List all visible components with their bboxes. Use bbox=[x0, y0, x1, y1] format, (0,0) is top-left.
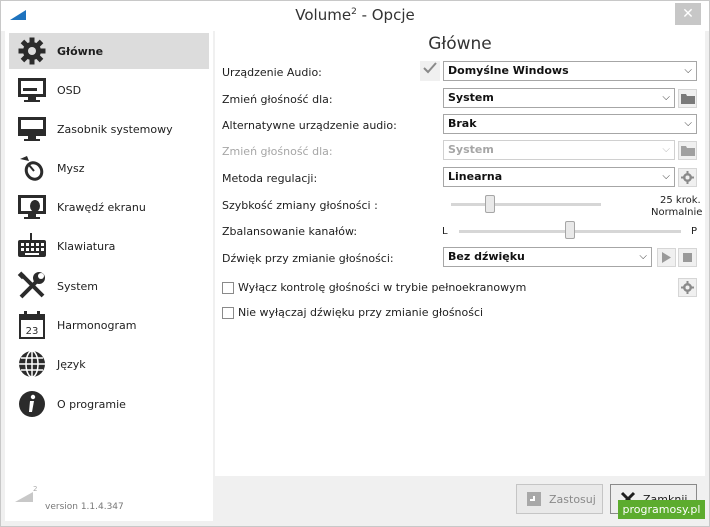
sidebar-item-label: Klawiatura bbox=[57, 239, 116, 253]
regulation-settings-button[interactable] bbox=[678, 168, 697, 187]
folder-icon bbox=[680, 94, 695, 104]
play-icon bbox=[662, 252, 671, 263]
options-window: Volume2 - Opcje ✕ Główne OSD Zasobnik sy… bbox=[0, 0, 710, 527]
info-icon bbox=[15, 387, 49, 421]
fullscreen-settings-button[interactable] bbox=[678, 278, 697, 297]
sidebar-item-screen-edge[interactable]: Krawędź ekranu bbox=[9, 189, 209, 225]
stop-icon bbox=[683, 253, 692, 262]
monitor-icon bbox=[15, 73, 49, 107]
sidebar-item-tray[interactable]: Zasobnik systemowy bbox=[9, 111, 209, 147]
fullscreen-checkbox[interactable] bbox=[222, 281, 234, 294]
apply-label: Zastosuj bbox=[549, 492, 596, 506]
regulation-method-value: Linearna bbox=[448, 170, 503, 183]
change-sound-select[interactable]: Bez dźwięku ⌵ bbox=[443, 247, 652, 267]
keyboard-icon bbox=[15, 229, 49, 263]
change-volume-for-select[interactable]: System ⌵ bbox=[443, 88, 675, 108]
version-label: version 1.1.4.347 bbox=[45, 502, 124, 512]
alt-audio-device-label: Alternatywne urządzenie audio: bbox=[222, 119, 397, 132]
audio-device-confirm-button[interactable] bbox=[420, 61, 440, 81]
balance-right-label: P bbox=[691, 226, 698, 237]
sidebar-item-label: Mysz bbox=[57, 161, 85, 175]
fullscreen-checkbox-row[interactable]: Wyłącz kontrolę głośności w trybie pełno… bbox=[222, 281, 526, 294]
regulation-method-label: Metoda regulacji: bbox=[222, 172, 318, 185]
sidebar-item-system[interactable]: System bbox=[9, 268, 209, 304]
gear-icon bbox=[681, 281, 694, 294]
gear-icon bbox=[681, 171, 694, 184]
no-mute-checkbox[interactable] bbox=[222, 306, 234, 319]
watermark: programosy.pl bbox=[618, 500, 705, 519]
chevron-down-icon: ⌵ bbox=[662, 144, 670, 155]
chevron-down-icon: ⌵ bbox=[662, 92, 670, 103]
no-mute-checkbox-row[interactable]: Nie wyłączaj dźwięku przy zmianie głośno… bbox=[222, 306, 483, 319]
sidebar-item-label: Główne bbox=[57, 44, 104, 58]
volume2-logo-icon: 2 bbox=[15, 485, 37, 502]
audio-device-value: Domyślne Windows bbox=[448, 64, 569, 77]
sidebar-item-label: OSD bbox=[57, 83, 82, 97]
audio-device-select[interactable]: Domyślne Windows ⌵ bbox=[443, 61, 697, 81]
alt-change-volume-for-label: Zmień głośność dla: bbox=[222, 145, 333, 158]
regulation-method-select[interactable]: Linearna ⌵ bbox=[443, 167, 675, 187]
title-bar: Volume2 - Opcje ✕ bbox=[1, 1, 709, 31]
gear-icon bbox=[15, 34, 49, 68]
sidebar-item-osd[interactable]: OSD bbox=[9, 72, 209, 108]
change-volume-for-label: Zmień głośność dla: bbox=[222, 93, 333, 106]
chevron-down-icon: ⌵ bbox=[684, 65, 692, 76]
no-mute-checkbox-label: Nie wyłączaj dźwięku przy zmianie głośno… bbox=[238, 306, 484, 319]
change-volume-for-value: System bbox=[448, 91, 494, 104]
volume-speed-mode: Normalnie bbox=[651, 207, 703, 218]
sidebar-item-label: Harmonogram bbox=[57, 318, 137, 332]
sidebar-item-schedule[interactable]: 23 Harmonogram bbox=[9, 307, 209, 343]
play-sound-button[interactable] bbox=[657, 248, 676, 267]
svg-text:2: 2 bbox=[33, 485, 37, 493]
tools-icon bbox=[15, 269, 49, 303]
sidebar-item-label: Zasobnik systemowy bbox=[57, 122, 173, 136]
balance-left-label: L bbox=[442, 226, 448, 237]
balance-label: Zbalansowanie kanałów: bbox=[222, 225, 358, 238]
apply-button[interactable]: Zastosuj bbox=[516, 484, 603, 514]
folder-icon bbox=[680, 146, 695, 156]
change-sound-value: Bez dźwięku bbox=[448, 250, 525, 263]
chevron-down-icon: ⌵ bbox=[662, 171, 670, 182]
volume-speed-track bbox=[451, 203, 601, 206]
audio-device-label: Urządzenie Audio: bbox=[222, 66, 322, 79]
volume-speed-slider[interactable] bbox=[485, 195, 495, 213]
sidebar-item-mouse[interactable]: Mysz bbox=[9, 150, 209, 186]
calendar-icon: 23 bbox=[15, 308, 49, 342]
sidebar-item-about[interactable]: O programie bbox=[9, 386, 209, 422]
folder-button[interactable] bbox=[678, 89, 697, 108]
screen-edge-icon bbox=[15, 190, 49, 224]
mouse-icon bbox=[15, 151, 49, 185]
svg-text:23: 23 bbox=[26, 326, 39, 337]
alt-change-volume-for-value: System bbox=[448, 143, 494, 156]
sidebar-item-keyboard[interactable]: Klawiatura bbox=[9, 228, 209, 264]
sidebar-item-label: Język bbox=[57, 357, 86, 371]
page-title: Główne bbox=[428, 34, 492, 54]
stop-sound-button[interactable] bbox=[678, 248, 697, 267]
alt-folder-button[interactable] bbox=[678, 141, 697, 160]
window-title: Volume2 - Opcje bbox=[295, 6, 415, 24]
apply-icon bbox=[525, 490, 543, 508]
volume-speed-steps: 25 krok. bbox=[660, 195, 701, 206]
checkmark-icon bbox=[423, 62, 437, 74]
volume-speed-label: Szybkość zmiany głośności : bbox=[222, 199, 378, 212]
change-sound-label: Dźwięk przy zmianie głośności: bbox=[222, 252, 394, 265]
sidebar-item-label: System bbox=[57, 279, 99, 293]
chevron-down-icon: ⌵ bbox=[684, 118, 692, 129]
window-close-button[interactable]: ✕ bbox=[675, 3, 701, 25]
sidebar-item-main[interactable]: Główne bbox=[9, 33, 209, 69]
alt-audio-device-value: Brak bbox=[448, 117, 477, 130]
main-panel: Główne Urządzenie Audio: Domyślne Window… bbox=[215, 31, 705, 476]
fullscreen-checkbox-label: Wyłącz kontrolę głośności w trybie pełno… bbox=[238, 281, 527, 294]
sidebar: Główne OSD Zasobnik systemowy Mysz Krawę… bbox=[5, 31, 213, 521]
globe-icon bbox=[15, 347, 49, 381]
chevron-down-icon: ⌵ bbox=[639, 251, 647, 262]
alt-audio-device-select[interactable]: Brak ⌵ bbox=[443, 114, 697, 134]
alt-change-volume-for-select[interactable]: System ⌵ bbox=[443, 140, 675, 160]
sidebar-item-label: Krawędź ekranu bbox=[57, 200, 146, 214]
sidebar-item-label: O programie bbox=[57, 397, 126, 411]
tray-icon bbox=[15, 112, 49, 146]
balance-slider[interactable] bbox=[565, 221, 575, 239]
sidebar-item-language[interactable]: Język bbox=[9, 346, 209, 382]
